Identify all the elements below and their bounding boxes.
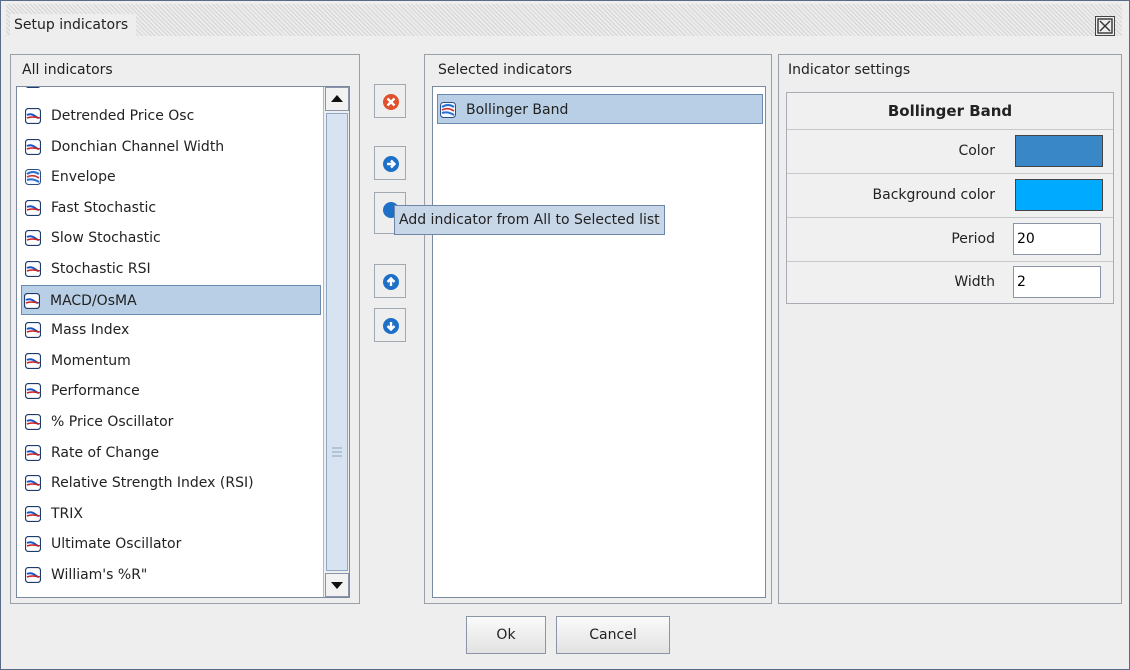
- list-item-label: MACD/OsMA: [50, 292, 137, 309]
- oscillator-icon: [25, 87, 41, 88]
- indicator-settings-title: Indicator settings: [788, 62, 911, 78]
- list-item[interactable]: Relative Strength Index (RSI): [23, 468, 323, 498]
- oscillator-icon: [25, 475, 41, 492]
- settings-header: Bollinger Band: [887, 102, 1013, 120]
- selected-indicators-title: Selected indicators: [438, 62, 573, 78]
- selected-indicators-list[interactable]: Bollinger Band: [432, 86, 766, 598]
- remove-icon: [383, 94, 399, 110]
- list-item-label: Ultimate Oscillator: [51, 536, 182, 553]
- band-icon: [440, 102, 456, 118]
- list-item-label: TRIX: [51, 505, 83, 522]
- all-indicators-scrollbar[interactable]: [323, 87, 349, 597]
- list-item[interactable]: Donchian Channel Width: [23, 132, 323, 162]
- scroll-thumb[interactable]: [326, 113, 348, 571]
- move-down-button[interactable]: [374, 308, 406, 342]
- grip-icon: [332, 447, 342, 457]
- list-item-label: Stochastic RSI: [51, 261, 151, 277]
- list-item[interactable]: Detrended Price Osc: [23, 101, 323, 131]
- oscillator-icon: [25, 444, 41, 461]
- oscillator-icon: [25, 536, 41, 553]
- list-item[interactable]: % Price Oscillator: [23, 407, 323, 437]
- move-up-button[interactable]: [374, 264, 406, 298]
- width-row: Width: [787, 261, 1113, 303]
- width-label: Width: [954, 274, 995, 290]
- list-item[interactable]: William's %R": [23, 560, 323, 590]
- list-item-label: Rate of Change: [51, 444, 160, 461]
- list-item[interactable]: MACD/OsMA: [21, 284, 321, 315]
- oscillator-icon: [25, 108, 41, 124]
- oscillator-icon: [25, 199, 41, 216]
- list-item-label: Bollinger Band: [466, 102, 569, 118]
- list-item[interactable]: Rate of Change: [23, 438, 323, 468]
- add-indicator-button[interactable]: [374, 146, 406, 180]
- list-item[interactable]: Fast Stochastic: [23, 193, 323, 223]
- period-input[interactable]: [1013, 223, 1101, 255]
- oscillator-icon: [25, 230, 41, 247]
- arrow-down-icon: [331, 582, 343, 589]
- oscillator-icon: [25, 138, 41, 155]
- list-item-label: Envelope: [51, 169, 116, 186]
- arrow-up-circle-icon: [383, 274, 399, 290]
- scroll-up-button[interactable]: [325, 87, 349, 111]
- list-item[interactable]: Envelope: [23, 162, 323, 192]
- close-icon: [1097, 18, 1113, 34]
- settings-table: Bollinger Band Color Background color Pe…: [786, 92, 1114, 304]
- width-input[interactable]: [1013, 266, 1101, 298]
- oscillator-icon: [25, 505, 41, 522]
- close-button[interactable]: [1095, 16, 1115, 36]
- list-item-label: Relative Strength Index (RSI): [51, 475, 254, 492]
- band-icon: [25, 169, 41, 186]
- list-item[interactable]: TRIX: [23, 499, 323, 529]
- ok-button[interactable]: Ok: [466, 616, 546, 654]
- color-label: Color: [958, 143, 995, 159]
- dialog-title: Setup indicators: [10, 14, 137, 36]
- list-item[interactable]: Bollinger Band: [437, 94, 763, 124]
- list-item-label: William's %R": [51, 567, 148, 583]
- tooltip: Add indicator from All to Selected list: [394, 205, 665, 235]
- background-color-label: Background color: [872, 187, 995, 203]
- list-item[interactable]: Performance: [23, 376, 323, 406]
- list-item-label: % Price Oscillator: [51, 414, 174, 430]
- color-row: Color: [787, 129, 1113, 173]
- color-swatch[interactable]: [1015, 135, 1103, 167]
- oscillator-icon: [25, 352, 41, 369]
- list-item-label: Mass Index: [51, 322, 130, 339]
- background-color-swatch[interactable]: [1015, 179, 1103, 211]
- all-indicators-list[interactable]: Detrended Price Osc Donchian Channel Widt…: [16, 86, 350, 598]
- arrow-down-circle-icon: [383, 318, 399, 334]
- period-label: Period: [951, 231, 995, 247]
- oscillator-icon: [25, 261, 41, 277]
- arrow-up-icon: [331, 95, 343, 102]
- oscillator-icon: [24, 292, 40, 309]
- period-row: Period: [787, 217, 1113, 261]
- list-item[interactable]: Stochastic RSI: [23, 254, 323, 284]
- list-item[interactable]: Ultimate Oscillator: [23, 529, 323, 559]
- oscillator-icon: [25, 567, 41, 583]
- oscillator-icon: [25, 383, 41, 400]
- list-item-label: Performance: [51, 383, 140, 400]
- oscillator-icon: [25, 414, 41, 430]
- list-item-partial[interactable]: [23, 87, 323, 95]
- remove-indicator-button[interactable]: [374, 84, 406, 118]
- list-item-label: Fast Stochastic: [51, 199, 157, 216]
- list-item-label: Slow Stochastic: [51, 230, 161, 247]
- scroll-down-button[interactable]: [325, 573, 349, 597]
- title-bar[interactable]: [6, 4, 1122, 36]
- list-item[interactable]: Mass Index: [23, 315, 323, 345]
- list-item-label: Detrended Price Osc: [51, 108, 195, 124]
- arrow-right-circle-icon: [383, 156, 399, 172]
- oscillator-icon: [25, 322, 41, 339]
- cancel-button[interactable]: Cancel: [556, 616, 670, 654]
- all-indicators-title: All indicators: [22, 62, 113, 78]
- list-item[interactable]: Momentum: [23, 346, 323, 376]
- list-item-label: Donchian Channel Width: [51, 138, 225, 155]
- background-color-row: Background color: [787, 173, 1113, 217]
- list-item[interactable]: Slow Stochastic: [23, 223, 323, 253]
- list-item-label: Momentum: [51, 352, 131, 369]
